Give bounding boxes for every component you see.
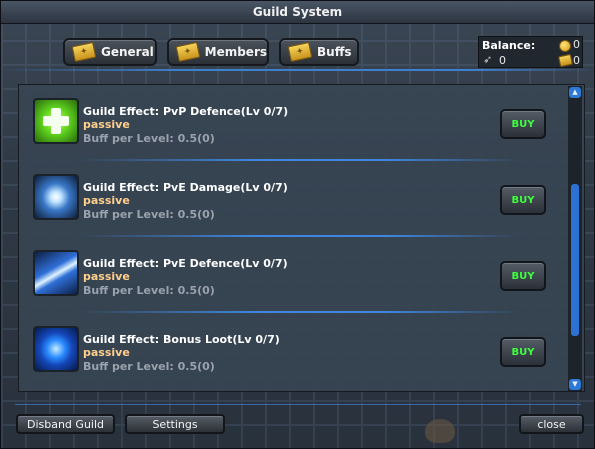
buy-button[interactable]: BUY (500, 261, 546, 291)
buff-list: Guild Effect: PvP Defence(Lv 0/7) passiv… (18, 84, 585, 392)
item-name: Guild Effect: PvE Defence(Lv 0/7) (83, 257, 288, 270)
item-type: passive (83, 346, 130, 359)
scrollbar-thumb[interactable] (571, 184, 579, 336)
scroll-down-arrow-icon[interactable]: ▼ (569, 379, 581, 390)
item-buff: Buff per Level: 0.5(0) (83, 360, 215, 373)
list-item: Guild Effect: PvE Defence(Lv 0/7) passiv… (19, 237, 567, 313)
ticket-value: 0 (573, 54, 580, 67)
tab-general-label: General (101, 45, 154, 59)
balance-label: Balance: (482, 39, 536, 52)
buy-button[interactable]: BUY (500, 109, 546, 139)
item-buff: Buff per Level: 0.5(0) (83, 208, 215, 221)
tab-members-label: Members (204, 45, 267, 59)
window-title: Guild System (1, 1, 594, 24)
tab-buffs[interactable]: ✦ Buffs (279, 38, 359, 66)
item-name: Guild Effect: PvE Damage(Lv 0/7) (83, 181, 288, 194)
light-burst-icon (33, 174, 79, 220)
scroll-up-arrow-icon[interactable]: ▲ (569, 87, 581, 98)
item-buff: Buff per Level: 0.5(0) (83, 284, 215, 297)
settings-button[interactable]: Settings (125, 414, 225, 434)
item-buff: Buff per Level: 0.5(0) (83, 132, 215, 145)
gold-coin-icon (559, 40, 571, 52)
item-name: Guild Effect: PvP Defence(Lv 0/7) (83, 105, 289, 118)
wing-value: 0 (499, 54, 506, 67)
background-decoration (425, 419, 455, 443)
buy-button[interactable]: BUY (500, 185, 546, 215)
balance-panel: Balance: 0 ➶ 0 0 (478, 36, 583, 68)
tab-buffs-label: Buffs (317, 45, 352, 59)
scrollbar[interactable]: ▲ ▼ (568, 86, 582, 391)
item-type: passive (83, 270, 130, 283)
close-button[interactable]: close (519, 414, 584, 434)
guild-system-window: Guild System ✦ General ✦ Members ✦ Buffs… (0, 0, 595, 449)
ticket-icon (557, 53, 574, 68)
ticket-icon: ✦ (175, 41, 201, 63)
item-name: Guild Effect: Bonus Loot(Lv 0/7) (83, 333, 280, 346)
disband-guild-button[interactable]: Disband Guild (16, 414, 115, 434)
header-divider (1, 69, 594, 71)
ticket-icon: ✦ (287, 41, 313, 63)
list-item: Guild Effect: PvP Defence(Lv 0/7) passiv… (19, 85, 567, 161)
green-cross-icon (33, 98, 79, 144)
buy-button[interactable]: BUY (500, 337, 546, 367)
ticket-icon: ✦ (71, 41, 97, 63)
lightning-icon (33, 250, 79, 296)
tab-general[interactable]: ✦ General (63, 38, 157, 66)
tab-members[interactable]: ✦ Members (167, 38, 269, 66)
list-item: Guild Effect: Bonus Loot(Lv 0/7) passive… (19, 313, 567, 389)
list-item: Guild Effect: PvE Damage(Lv 0/7) passive… (19, 161, 567, 237)
item-type: passive (83, 194, 130, 207)
footer-divider (15, 404, 581, 405)
item-type: passive (83, 118, 130, 131)
blue-orb-icon (33, 326, 79, 372)
wing-icon: ➶ (483, 53, 493, 66)
gold-value: 0 (573, 38, 580, 51)
